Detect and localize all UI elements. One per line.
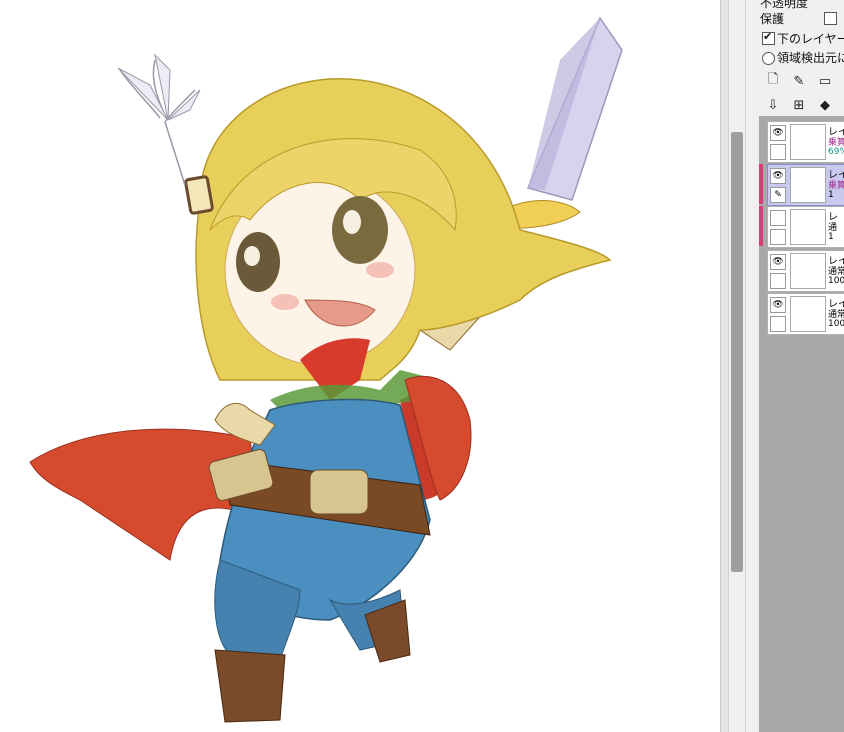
lock-icon[interactable] [770,144,786,160]
eye-icon[interactable]: 👁 [770,254,786,270]
scrollbar-thumb[interactable] [731,132,743,572]
layer-folder-icon[interactable]: ▭ [816,72,834,90]
layer-item[interactable]: レ 通 1 [767,206,844,248]
clip-below-checkbox[interactable] [762,30,775,45]
clip-below-label: 下のレイヤーで [777,32,844,46]
clipping-indicator [759,206,763,246]
eye-icon[interactable]: 👁 [770,168,786,184]
layer-item[interactable]: 👁 ✎ レイ 乗算 1 [767,164,844,206]
clipping-indicator [759,164,763,204]
region-source-checkbox[interactable] [762,52,775,65]
merge-down-icon[interactable]: ⇩ [764,96,782,114]
layer-thumbnail [790,167,826,203]
lock-icon[interactable] [770,316,786,332]
layer-thumbnail [790,253,826,289]
layer-opacity: 100 [828,276,844,286]
layer-opacity: 1 [828,190,834,200]
layer-item[interactable]: 👁 レイ 通常 100 [767,250,844,292]
eraser-icon[interactable]: ◆ [816,96,834,114]
pen-icon[interactable]: ✎ [770,187,786,203]
layer-item[interactable]: 👁 レイ 通常 100 [767,293,844,335]
protect-toggle[interactable] [824,12,837,25]
layer-list: 👁 レイ 乗算 69% 👁 ✎ レイ 乗算 1 レ 通 1 👁 レイ 通常 10… [759,116,844,732]
eye-icon[interactable]: 👁 [770,297,786,313]
layer-thumbnail [790,209,826,245]
eye-hidden-icon[interactable] [770,210,786,226]
layer-opacity: 69% [828,147,844,157]
layer-opacity: 1 [828,232,834,242]
layer-thumbnail [790,296,826,332]
pen-tool-icon[interactable]: ✎ [790,72,808,90]
lock-icon[interactable] [770,273,786,289]
layer-opacity: 100 [828,319,844,329]
lock-icon[interactable] [770,229,786,245]
protect-label: 保護 [760,12,785,26]
chibi-character-artwork [29,16,623,723]
eye-icon[interactable]: 👁 [770,125,786,141]
region-source-label: 領域検出元に [777,51,844,65]
layer-thumbnail [790,124,826,160]
new-layer-icon[interactable]: 🗋 [764,72,782,90]
layer-item[interactable]: 👁 レイ 乗算 69% [767,121,844,163]
drawing-canvas[interactable] [0,0,720,732]
delete-layer-icon[interactable]: ▮ [838,96,844,114]
new-layer-plus-icon[interactable]: ⊞ [790,96,808,114]
vertical-scrollbar[interactable] [728,0,745,732]
